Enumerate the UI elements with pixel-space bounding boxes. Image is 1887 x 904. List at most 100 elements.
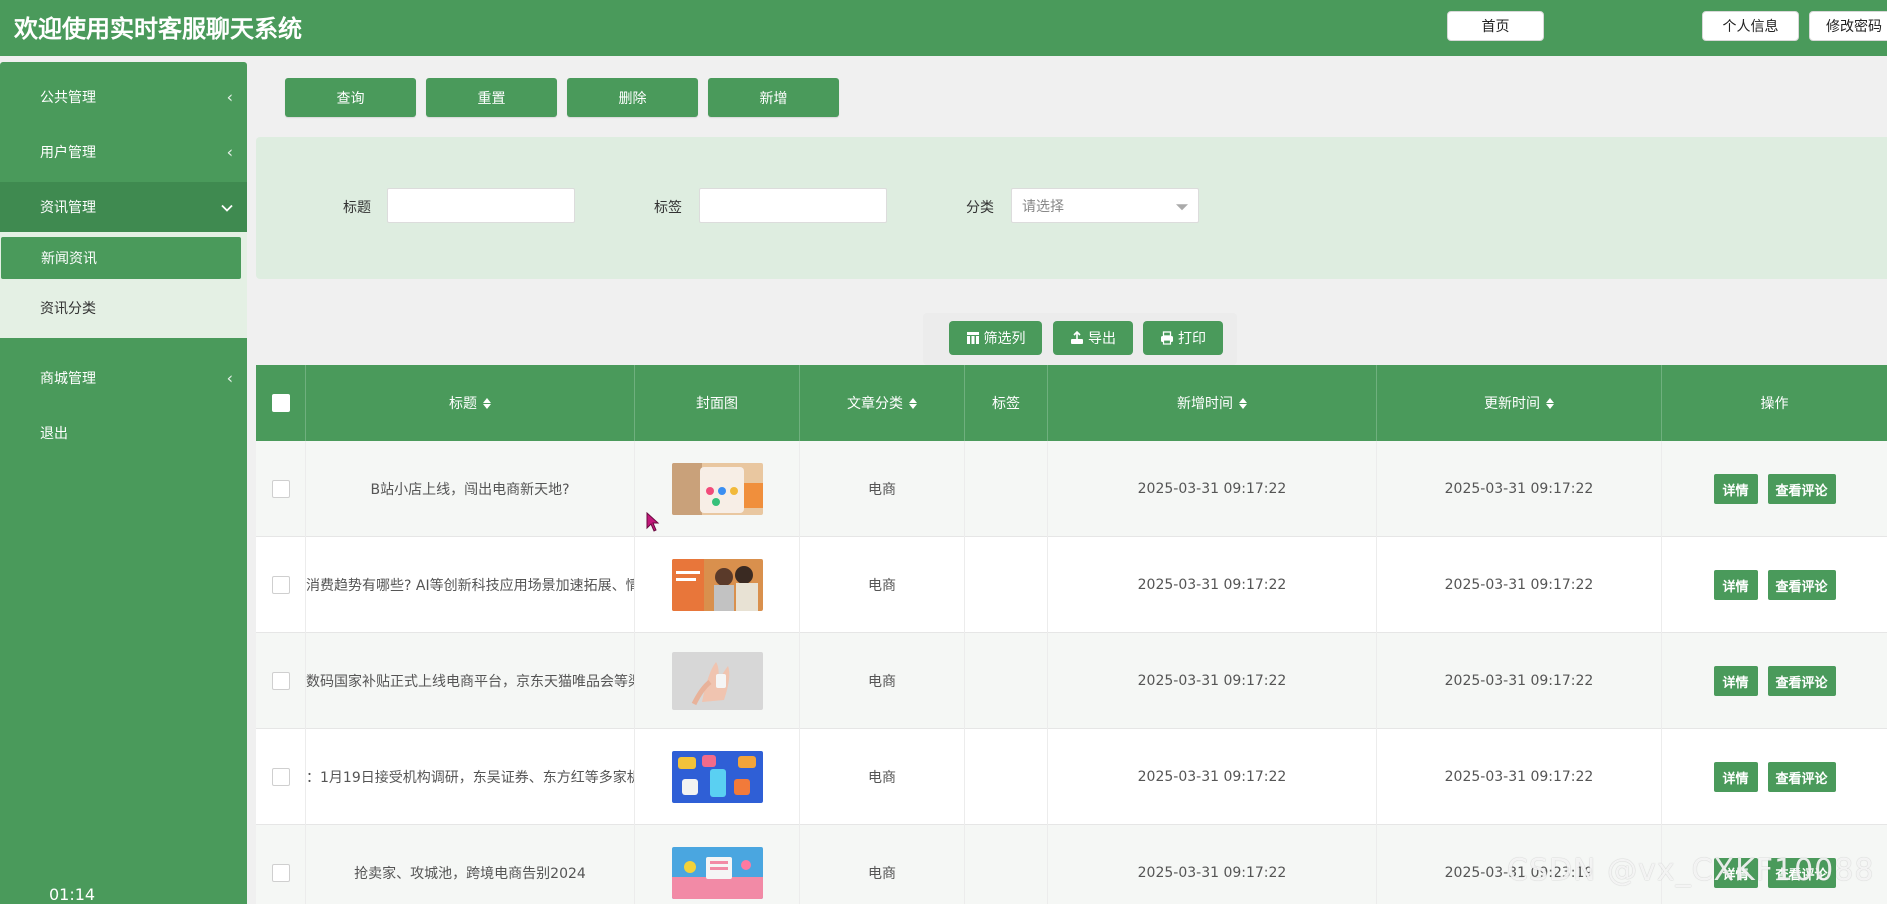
category-select-placeholder: 请选择 <box>1022 198 1064 215</box>
profile-button[interactable]: 个人信息 <box>1702 11 1799 41</box>
sidebar-item-news-management[interactable]: 资讯管理 <box>0 182 247 232</box>
row-select-cell <box>256 537 306 633</box>
sort-icon[interactable] <box>1239 397 1247 409</box>
tag-cell <box>965 441 1048 537</box>
column-header-updated[interactable]: 更新时间 <box>1377 365 1662 441</box>
session-timer: 01:14 <box>49 885 96 904</box>
export-label: 导出 <box>1088 331 1116 347</box>
detail-button[interactable]: 详情 <box>1713 666 1758 696</box>
updated-time-cell: 2025-03-31 09:17:22 <box>1377 633 1662 729</box>
sidebar-item-label: 公共管理 <box>40 90 96 106</box>
row-checkbox[interactable] <box>271 864 290 882</box>
category-select[interactable]: 请选择 <box>1011 188 1199 223</box>
view-comments-button[interactable]: 查看评论 <box>1767 474 1836 504</box>
column-header-category[interactable]: 文章分类 <box>800 365 965 441</box>
sidebar-item-label: 商城管理 <box>40 371 96 387</box>
table-row: 数码国家补贴正式上线电商平台，京东天猫唯品会等渠 电商 2025-03-31 0… <box>256 633 1887 729</box>
updated-time-cell: 2025-03-31 09:17:22 <box>1377 729 1662 825</box>
submenu-item-news-category[interactable]: 资讯分类 <box>0 287 247 329</box>
sort-icon[interactable] <box>1546 397 1554 409</box>
column-header-cover: 封面图 <box>635 365 800 441</box>
cover-cell <box>635 825 800 904</box>
watermark: CSDN @vx_CXKF10088 <box>1507 853 1875 888</box>
change-password-button[interactable]: 修改密码 <box>1809 11 1887 41</box>
row-select-cell <box>256 825 306 904</box>
filter-columns-button[interactable]: 筛选列 <box>949 321 1042 355</box>
row-select-cell <box>256 441 306 537</box>
cover-cell <box>635 729 800 825</box>
detail-button[interactable]: 详情 <box>1713 570 1758 600</box>
column-header-label: 操作 <box>1760 396 1789 412</box>
cover-cell <box>635 537 800 633</box>
created-time-cell: 2025-03-31 09:17:22 <box>1048 633 1377 729</box>
select-all-cell <box>256 365 306 441</box>
row-checkbox[interactable] <box>271 768 290 786</box>
category-cell: 电商 <box>800 825 965 904</box>
chevron-left-icon: ‹ <box>226 368 233 388</box>
row-checkbox[interactable] <box>271 576 290 594</box>
cover-cell <box>635 633 800 729</box>
updated-time-cell: 2025-03-31 09:17:22 <box>1377 537 1662 633</box>
table-row: B站小店上线，闯出电商新天地? 电商 2025-03-31 09:17:22 2… <box>256 441 1887 537</box>
category-cell: 电商 <box>800 729 965 825</box>
query-button[interactable]: 查询 <box>285 78 416 117</box>
printer-icon <box>1160 331 1174 345</box>
chevron-left-icon: ‹ <box>226 142 233 162</box>
sidebar-item-label: 用户管理 <box>40 145 96 161</box>
row-checkbox[interactable] <box>271 480 290 498</box>
chevron-left-icon: ‹ <box>226 87 233 107</box>
sort-icon[interactable] <box>483 397 491 409</box>
sidebar-item-label: 退出 <box>40 426 68 442</box>
title-cell: ：1月19日接受机构调研，东吴证券、东方红等多家机 <box>306 729 635 825</box>
select-all-checkbox[interactable] <box>271 394 290 412</box>
sidebar-item-logout[interactable]: 退出 <box>0 408 247 458</box>
column-header-actions: 操作 <box>1662 365 1887 441</box>
column-header-created[interactable]: 新增时间 <box>1048 365 1377 441</box>
column-header-title[interactable]: 标题 <box>306 365 635 441</box>
sidebar-item-label: 资讯管理 <box>40 200 96 216</box>
table-row: ：1月19日接受机构调研，东吴证券、东方红等多家机 电商 2025-03-31 … <box>256 729 1887 825</box>
sidebar-item-public-management[interactable]: 公共管理 ‹ <box>0 72 247 122</box>
cover-image <box>671 847 763 899</box>
column-header-tag: 标签 <box>965 365 1048 441</box>
title-cell: B站小店上线，闯出电商新天地? <box>306 441 635 537</box>
actions-cell: 详情 查看评论 <box>1662 633 1887 729</box>
actions-cell: 详情 查看评论 <box>1662 729 1887 825</box>
row-select-cell <box>256 633 306 729</box>
submenu-item-news[interactable]: 新闻资讯 <box>1 237 241 279</box>
reset-button[interactable]: 重置 <box>426 78 557 117</box>
export-button[interactable]: 导出 <box>1053 321 1133 355</box>
news-table: 标题 封面图 文章分类 标签 新增时间 更新时间 操作 B站小店上线，闯出电商新… <box>256 365 1887 904</box>
delete-button[interactable]: 删除 <box>567 78 698 117</box>
sidebar-item-mall-management[interactable]: 商城管理 ‹ <box>0 353 247 403</box>
title-input[interactable] <box>387 188 575 223</box>
view-comments-button[interactable]: 查看评论 <box>1767 666 1836 696</box>
column-header-label: 封面图 <box>696 396 738 412</box>
row-checkbox[interactable] <box>271 672 290 690</box>
add-button[interactable]: 新增 <box>708 78 839 117</box>
sidebar-item-user-management[interactable]: 用户管理 ‹ <box>0 127 247 177</box>
print-button[interactable]: 打印 <box>1143 321 1223 355</box>
print-label: 打印 <box>1178 331 1206 347</box>
detail-button[interactable]: 详情 <box>1713 474 1758 504</box>
category-cell: 电商 <box>800 441 965 537</box>
actions-cell: 详情 查看评论 <box>1662 441 1887 537</box>
table-row: 消费趋势有哪些? AI等创新科技应用场景加速拓展、情 电商 2025-03-31… <box>256 537 1887 633</box>
updated-time-cell: 2025-03-31 09:17:22 <box>1377 441 1662 537</box>
column-header-label: 更新时间 <box>1484 396 1540 412</box>
search-panel: 标题 标签 分类 请选择 <box>256 137 1887 279</box>
cover-image <box>671 652 763 710</box>
cover-image <box>671 559 763 611</box>
view-comments-button[interactable]: 查看评论 <box>1767 570 1836 600</box>
home-button[interactable]: 首页 <box>1447 11 1544 41</box>
top-header: 欢迎使用实时客服聊天系统 首页 个人信息 修改密码 <box>0 0 1887 56</box>
tag-label: 标签 <box>654 200 682 216</box>
sort-icon[interactable] <box>909 397 917 409</box>
tag-input[interactable] <box>699 188 887 223</box>
view-comments-button[interactable]: 查看评论 <box>1767 762 1836 792</box>
detail-button[interactable]: 详情 <box>1713 762 1758 792</box>
cover-image <box>671 463 763 515</box>
tag-cell <box>965 729 1048 825</box>
tag-cell <box>965 633 1048 729</box>
table-toolbar: 筛选列 导出 打印 <box>923 313 1237 365</box>
